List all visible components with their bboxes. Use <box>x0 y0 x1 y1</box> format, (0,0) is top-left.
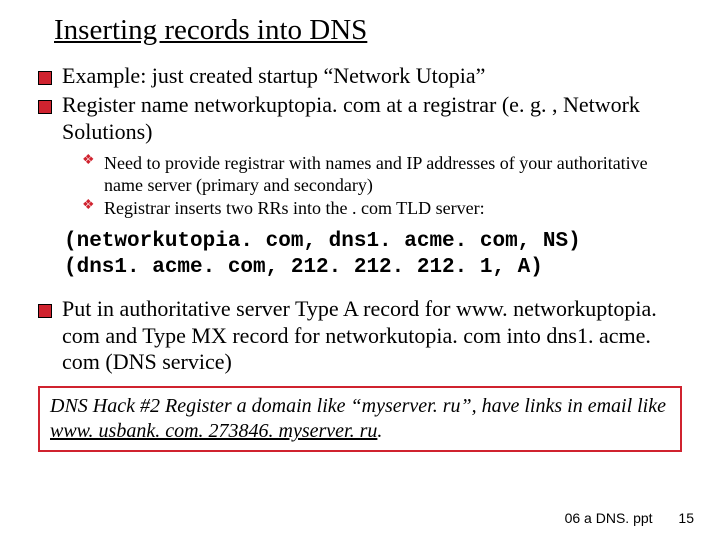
dns-records-code: (networkutopia. com, dns1. acme. com, NS… <box>64 229 684 282</box>
footer-page-number: 15 <box>678 510 694 526</box>
bullet-authoritative: Put in authoritative server Type A recor… <box>36 296 684 376</box>
slide-footer: 06 a DNS. ppt 15 <box>565 510 694 526</box>
sub-bullet-list: Need to provide registrar with names and… <box>82 153 684 219</box>
code-line-a: (dns1. acme. com, 212. 212. 212. 1, A) <box>64 256 543 279</box>
footer-filename: 06 a DNS. ppt <box>565 510 653 526</box>
sub-bullet-provide: Need to provide registrar with names and… <box>82 153 684 195</box>
hack-link: www. usbank. com. 273846. myserver. ru <box>50 420 377 442</box>
code-line-ns: (networkutopia. com, dns1. acme. com, NS… <box>64 230 581 253</box>
hack-text: DNS Hack #2 Register a domain like “myse… <box>50 395 666 417</box>
slide-title: Inserting records into DNS <box>54 14 684 47</box>
bullet-example: Example: just created startup “Network U… <box>36 63 684 90</box>
bullet-register: Register name networkuptopia. com at a r… <box>36 92 684 146</box>
top-bullet-list: Example: just created startup “Network U… <box>36 63 684 145</box>
hack-suffix: . <box>377 420 382 442</box>
after-bullet-list: Put in authoritative server Type A recor… <box>36 296 684 376</box>
sub-bullet-registrar-inserts: Registrar inserts two RRs into the . com… <box>82 198 684 219</box>
dns-hack-box: DNS Hack #2 Register a domain like “myse… <box>38 386 682 452</box>
